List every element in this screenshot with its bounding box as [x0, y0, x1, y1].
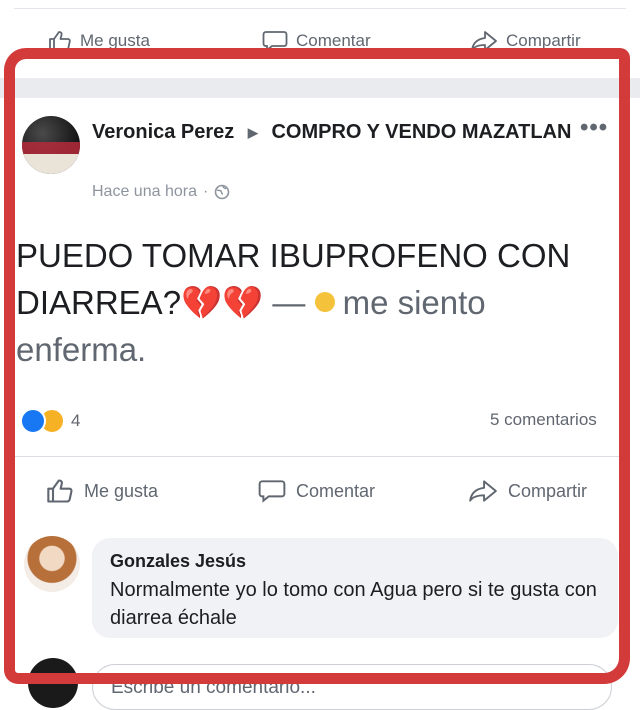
like-label: Me gusta: [84, 480, 159, 501]
commenter-name[interactable]: Gonzales Jesús: [110, 551, 246, 572]
globe-icon: [214, 184, 230, 200]
previous-comment-label: Comentar: [296, 31, 371, 50]
group-name[interactable]: COMPRO Y VENDO MAZATLAN: [271, 121, 571, 143]
author-avatar[interactable]: [22, 116, 80, 174]
caret-right-icon: ▶: [247, 124, 258, 140]
previous-post-action-bar: Me gusta Comentar Compartir: [0, 0, 640, 78]
author-name[interactable]: Veronica Perez: [92, 121, 234, 143]
previous-share-button[interactable]: Compartir: [470, 30, 581, 52]
commenter-avatar[interactable]: [24, 536, 80, 592]
comments-count[interactable]: 5 comentarios: [490, 410, 597, 430]
comment-button[interactable]: Comentar: [258, 478, 375, 504]
like-button[interactable]: Me gusta: [46, 478, 158, 504]
reactions-summary[interactable]: 4: [20, 408, 80, 434]
comment-label: Comentar: [296, 480, 376, 501]
share-icon: [469, 480, 497, 502]
post-text: PUEDO TOMAR IBUPROFENO CON DIARREA?💔💔 — …: [16, 232, 606, 373]
thumbs-up-icon: [49, 31, 71, 51]
comment-icon: [262, 31, 288, 52]
like-reaction-icon: [20, 408, 46, 434]
previous-like-button[interactable]: Me gusta: [48, 30, 150, 52]
previous-share-label: Compartir: [506, 31, 581, 50]
share-icon: [471, 31, 497, 51]
comment-text: Normalmente yo lo tomo con Agua pero si …: [110, 579, 597, 629]
previous-like-label: Me gusta: [80, 31, 150, 50]
comment-icon: [258, 480, 286, 503]
comment-input[interactable]: Escribe un comentario...: [92, 664, 612, 710]
more-options-icon[interactable]: •••: [580, 114, 608, 142]
post-meta: Hace una hora ·: [92, 183, 230, 201]
post-time[interactable]: Hace una hora: [92, 183, 197, 201]
post-header: Veronica Perez ▶ COMPRO Y VENDO MAZATLAN: [92, 118, 572, 147]
feeling-dash: —: [272, 284, 306, 321]
broken-heart-emoji: 💔💔: [181, 284, 264, 321]
divider: [14, 8, 626, 9]
divider: [14, 456, 626, 457]
previous-comment-button[interactable]: Comentar: [262, 30, 371, 52]
feed-separator: [0, 78, 640, 98]
reactions-count: 4: [71, 411, 81, 430]
share-button[interactable]: Compartir: [468, 478, 587, 504]
share-label: Compartir: [508, 480, 588, 501]
thumbs-up-icon: [47, 479, 73, 503]
sick-face-icon: [314, 292, 335, 313]
current-user-avatar: [28, 658, 78, 708]
